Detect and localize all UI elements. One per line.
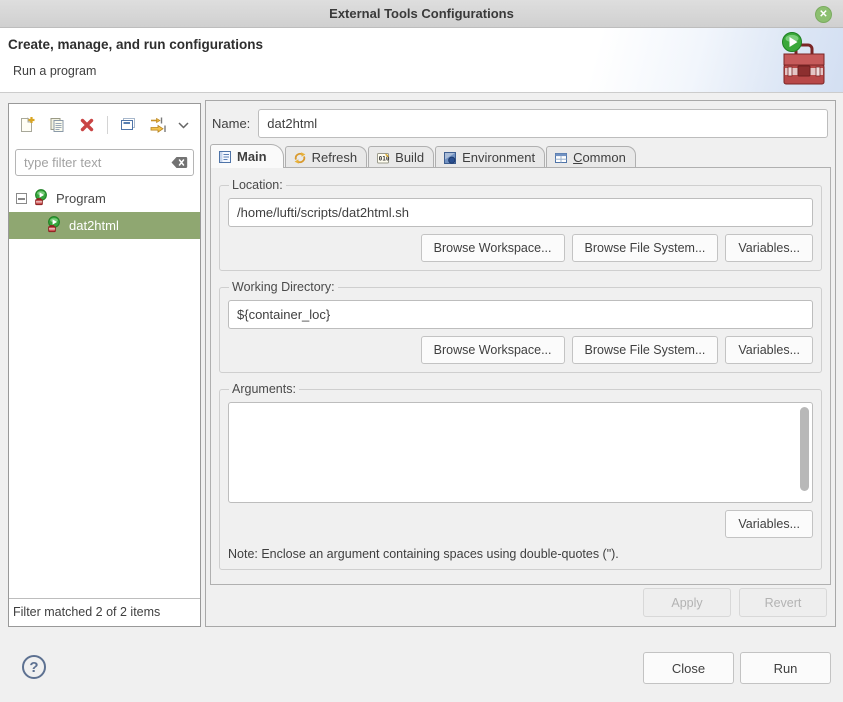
delete-x-icon bbox=[78, 116, 96, 134]
working-directory-buttons: Browse Workspace... Browse File System..… bbox=[228, 336, 813, 364]
collapse-expander-icon[interactable] bbox=[16, 193, 27, 204]
environment-tab-icon bbox=[443, 151, 457, 165]
browse-workspace-button[interactable]: Browse Workspace... bbox=[421, 336, 565, 364]
location-label: Location: bbox=[229, 178, 286, 192]
tab-common[interactable]: Common bbox=[546, 146, 636, 168]
arguments-textarea[interactable] bbox=[231, 405, 798, 500]
configurations-tree: Program dat2html bbox=[9, 185, 200, 239]
tree-item-label: dat2html bbox=[69, 218, 119, 233]
toolbar-separator bbox=[107, 116, 108, 134]
browse-workspace-button[interactable]: Browse Workspace... bbox=[421, 234, 565, 262]
configurations-sidebar: Program dat2html bbox=[8, 103, 201, 627]
tab-refresh[interactable]: Refresh bbox=[285, 146, 368, 168]
arguments-buttons: Variables... bbox=[228, 510, 813, 538]
help-button[interactable]: ? bbox=[22, 655, 46, 679]
tab-main[interactable]: Main bbox=[210, 144, 284, 168]
tree-item-program[interactable]: Program bbox=[9, 185, 200, 212]
variables-button[interactable]: Variables... bbox=[725, 336, 813, 364]
working-directory-label: Working Directory: bbox=[229, 280, 338, 294]
page-subtitle: Run a program bbox=[13, 64, 96, 78]
tab-label: Main bbox=[237, 149, 267, 164]
apply-revert-row: Apply Revert bbox=[643, 588, 827, 617]
editor-tabs: Main Refresh 010 Build bbox=[210, 146, 831, 168]
arguments-label: Arguments: bbox=[229, 382, 299, 396]
toolbar-menu-button[interactable] bbox=[175, 112, 191, 138]
close-button[interactable]: Close bbox=[643, 652, 734, 684]
browse-file-system-button[interactable]: Browse File System... bbox=[572, 336, 719, 364]
run-program-icon bbox=[46, 216, 63, 236]
arguments-group: Arguments: Variables... Note: Enclose an… bbox=[219, 382, 822, 570]
refresh-tab-icon bbox=[293, 151, 307, 165]
arguments-box bbox=[228, 402, 813, 503]
arguments-scrollbar[interactable] bbox=[799, 405, 810, 500]
titlebar[interactable]: External Tools Configurations ✕ bbox=[0, 0, 843, 28]
new-document-icon bbox=[18, 116, 36, 134]
scrollbar-thumb[interactable] bbox=[800, 407, 809, 491]
tab-label: Refresh bbox=[312, 150, 358, 165]
tab-label: Build bbox=[395, 150, 424, 165]
tree-item-label: Program bbox=[56, 191, 106, 206]
clear-filter-button[interactable] bbox=[171, 156, 188, 169]
arguments-note: Note: Enclose an argument containing spa… bbox=[228, 547, 813, 561]
tab-label: Common bbox=[573, 150, 626, 165]
dialog-buttons: Close Run bbox=[643, 652, 831, 684]
collapse-all-button[interactable] bbox=[115, 112, 141, 138]
sidebar-toolbar bbox=[9, 104, 200, 146]
question-mark-icon: ? bbox=[29, 659, 38, 676]
filter-configurations-button[interactable] bbox=[145, 112, 171, 138]
tab-environment[interactable]: Environment bbox=[435, 146, 545, 168]
location-buttons: Browse Workspace... Browse File System..… bbox=[228, 234, 813, 262]
main-tab-content: Location: Browse Workspace... Browse Fil… bbox=[210, 167, 831, 585]
common-tab-icon bbox=[554, 151, 568, 165]
delete-configuration-button[interactable] bbox=[74, 112, 100, 138]
close-icon: ✕ bbox=[819, 9, 827, 20]
window-title: External Tools Configurations bbox=[329, 6, 514, 21]
run-program-icon bbox=[33, 189, 50, 209]
location-input[interactable] bbox=[228, 198, 813, 227]
external-tools-dialog: External Tools Configurations ✕ Create, … bbox=[0, 0, 843, 702]
working-directory-group: Working Directory: Browse Workspace... B… bbox=[219, 280, 822, 373]
tab-label: Environment bbox=[462, 150, 535, 165]
tree-item-dat2html[interactable]: dat2html bbox=[9, 212, 200, 239]
backspace-clear-icon bbox=[171, 156, 188, 169]
apply-button[interactable]: Apply bbox=[643, 588, 731, 617]
run-button[interactable]: Run bbox=[740, 652, 831, 684]
build-tab-icon: 010 bbox=[376, 151, 390, 165]
location-group: Location: Browse Workspace... Browse Fil… bbox=[219, 178, 822, 271]
chevron-down-icon bbox=[178, 122, 189, 129]
duplicate-configuration-button[interactable] bbox=[44, 112, 70, 138]
filter-field-wrap bbox=[15, 149, 194, 176]
working-directory-input[interactable] bbox=[228, 300, 813, 329]
header-banner: Create, manage, and run configurations R… bbox=[0, 28, 843, 93]
name-label: Name: bbox=[212, 116, 250, 131]
new-configuration-button[interactable] bbox=[14, 112, 40, 138]
filter-input[interactable] bbox=[15, 149, 194, 176]
configuration-editor: Name: Main Refresh bbox=[205, 100, 836, 627]
name-row: Name: bbox=[212, 109, 828, 138]
variables-button[interactable]: Variables... bbox=[725, 234, 813, 262]
window-close-button[interactable]: ✕ bbox=[815, 6, 832, 23]
revert-button[interactable]: Revert bbox=[739, 588, 827, 617]
collapse-all-icon bbox=[119, 116, 137, 134]
filter-status-text: Filter matched 2 of 2 items bbox=[9, 598, 200, 626]
external-tools-toolbox-icon bbox=[774, 30, 832, 95]
name-input[interactable] bbox=[258, 109, 828, 138]
tab-build[interactable]: 010 Build bbox=[368, 146, 434, 168]
page-title: Create, manage, and run configurations bbox=[8, 37, 263, 52]
variables-button[interactable]: Variables... bbox=[725, 510, 813, 538]
main-tab-icon bbox=[218, 150, 232, 164]
browse-file-system-button[interactable]: Browse File System... bbox=[572, 234, 719, 262]
copy-icon bbox=[48, 116, 66, 134]
filter-arrows-icon bbox=[149, 116, 167, 134]
